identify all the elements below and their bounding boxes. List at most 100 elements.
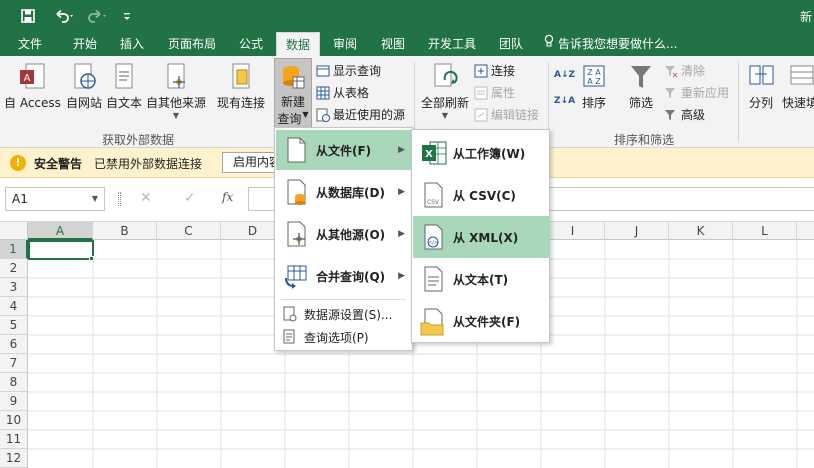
tab-developer[interactable]: 开发工具 <box>420 32 484 56</box>
from-access-button[interactable]: A 自 Access <box>4 62 61 111</box>
row-header-4[interactable]: 4 <box>0 297 28 316</box>
combine-queries-icon <box>285 265 307 289</box>
row-header-11[interactable]: 11 <box>0 430 28 449</box>
flash-fill-icon <box>790 65 814 85</box>
table-icon <box>316 86 330 99</box>
refresh-all-button[interactable]: 全部刷新 ▼ <box>420 62 470 120</box>
security-title: 安全警告 <box>34 157 83 171</box>
show-queries-button[interactable]: 显示查询 <box>316 62 381 79</box>
edit-links-button[interactable]: 编辑链接 <box>474 106 539 123</box>
from-web-button[interactable]: 自网站 <box>62 62 106 111</box>
from-table-button[interactable]: 从表格 <box>316 84 369 101</box>
menu-item-query-options[interactable]: 查询选项(P) <box>276 326 413 348</box>
enter-icon[interactable]: ✓ <box>184 190 196 206</box>
row-header-6[interactable]: 6 <box>0 335 28 354</box>
text-to-columns-button[interactable]: 分列 <box>744 62 778 111</box>
advanced-filter-button[interactable]: 高级 <box>664 106 705 123</box>
row-header-10[interactable]: 10 <box>0 411 28 430</box>
sort-button[interactable]: Z AA Z 排序 <box>578 62 610 111</box>
tab-view[interactable]: 视图 <box>372 32 414 56</box>
sort-dialog-icon: Z AA Z <box>583 65 605 87</box>
properties-button[interactable]: 属性 <box>474 84 515 101</box>
menu-item-from-database[interactable]: 从数据库(D) ▶ <box>276 172 413 212</box>
row-header-12[interactable]: 12 <box>0 449 28 468</box>
column-header-j[interactable]: J <box>605 222 669 240</box>
database-icon <box>283 66 305 89</box>
tab-review[interactable]: 审阅 <box>324 32 366 56</box>
from-other-sources-button[interactable]: 自其他来源 ▼ <box>144 62 208 120</box>
sort-za-icon[interactable]: Z↓A <box>554 96 575 106</box>
svg-text:X: X <box>425 149 433 160</box>
submenu-arrow-icon: ▶ <box>398 187 405 197</box>
submenu-item-from-folder[interactable]: 从文件夹(F) <box>413 300 550 342</box>
column-header-l[interactable]: L <box>733 222 797 240</box>
recent-sources-button[interactable]: 最近使用的源 <box>316 106 405 123</box>
save-icon[interactable] <box>18 6 38 26</box>
ribbon-tabs: 文件 开始 插入 页面布局 公式 数据 审阅 视图 开发工具 团队 告诉我您想要… <box>0 32 814 56</box>
insert-function-button[interactable]: fx <box>222 190 233 204</box>
file-icon <box>287 137 306 163</box>
tab-team[interactable]: 团队 <box>490 32 532 56</box>
submenu-item-from-text[interactable]: 从文本(T) <box>413 258 550 300</box>
tab-file[interactable]: 文件 <box>8 32 52 56</box>
text-to-columns-icon <box>749 65 774 85</box>
flash-fill-button[interactable]: 快速填 <box>782 62 814 111</box>
menu-item-from-other-sources[interactable]: 从其他源(O) ▶ <box>276 214 413 254</box>
submenu-item-from-workbook[interactable]: X 从工作簿(W) <box>413 132 550 174</box>
column-header-a[interactable]: A <box>28 222 93 240</box>
redo-icon[interactable] <box>84 6 112 26</box>
clear-filter-button[interactable]: 清除 <box>664 62 705 79</box>
row-header-8[interactable]: 8 <box>0 373 28 392</box>
row-header-9[interactable]: 9 <box>0 392 28 411</box>
reapply-button[interactable]: 重新应用 <box>664 84 729 101</box>
database-file-icon <box>287 179 306 205</box>
connections-button[interactable]: 连接 <box>474 62 515 79</box>
column-header-c[interactable]: C <box>157 222 221 240</box>
column-header-m[interactable] <box>797 222 814 240</box>
clear-filter-icon <box>665 65 678 77</box>
select-all-corner[interactable] <box>0 222 28 240</box>
undo-icon[interactable] <box>50 6 80 26</box>
fill-handle[interactable] <box>89 256 94 261</box>
row-header-7[interactable]: 7 <box>0 354 28 373</box>
sort-az-icon[interactable]: A↓Z <box>554 70 575 80</box>
chevron-down-icon: ▼ <box>441 111 449 120</box>
tab-home[interactable]: 开始 <box>64 32 106 56</box>
tab-formulas[interactable]: 公式 <box>230 32 272 56</box>
tell-me-box[interactable]: 告诉我您想要做什么... <box>544 32 694 56</box>
svg-text:</>: </> <box>428 240 438 246</box>
cancel-icon[interactable]: ✕ <box>140 190 152 206</box>
splitter-handle[interactable] <box>118 192 121 206</box>
lightbulb-icon <box>544 32 554 56</box>
group-label-get-external: 获取外部数据 <box>101 133 174 147</box>
row-header-2[interactable]: 2 <box>0 259 28 278</box>
column-header-b[interactable]: B <box>93 222 157 240</box>
filter-icon <box>631 66 651 88</box>
column-header-k[interactable]: K <box>669 222 733 240</box>
properties-icon <box>474 86 488 99</box>
customize-qat-icon[interactable] <box>120 6 134 26</box>
tab-data[interactable]: 数据 <box>276 32 320 56</box>
from-text-button[interactable]: 自文本 <box>104 62 144 111</box>
tab-insert[interactable]: 插入 <box>112 32 152 56</box>
submenu-item-from-csv[interactable]: CSV 从 CSV(C) <box>413 174 550 216</box>
chevron-down-icon[interactable]: ▼ <box>92 194 98 203</box>
menu-item-combine-queries[interactable]: 合并查询(Q) ▶ <box>276 256 413 296</box>
filter-button[interactable]: 筛选 <box>624 62 658 111</box>
name-box[interactable]: A1 ▼ <box>5 187 105 211</box>
menu-item-from-file[interactable]: 从文件(F) ▶ <box>276 130 413 170</box>
tab-page-layout[interactable]: 页面布局 <box>160 32 224 56</box>
edit-links-icon <box>474 108 488 121</box>
menu-item-data-source-settings[interactable]: 数据源设置(S)... <box>276 303 413 325</box>
chevron-down-icon: ▼ <box>172 111 180 120</box>
show-queries-icon <box>316 65 330 76</box>
svg-text:A Z: A Z <box>587 77 601 86</box>
row-header-1[interactable]: 1 <box>0 240 28 259</box>
new-query-button[interactable]: 新建 查询 ▼ <box>274 58 312 128</box>
row-header-5[interactable]: 5 <box>0 316 28 335</box>
column-header-i[interactable]: I <box>541 222 605 240</box>
existing-connections-button[interactable]: 现有连接 <box>214 62 268 111</box>
submenu-item-from-xml[interactable]: </> 从 XML(X) <box>413 216 550 258</box>
row-header-3[interactable]: 3 <box>0 278 28 297</box>
active-cell-a1[interactable] <box>28 240 94 260</box>
